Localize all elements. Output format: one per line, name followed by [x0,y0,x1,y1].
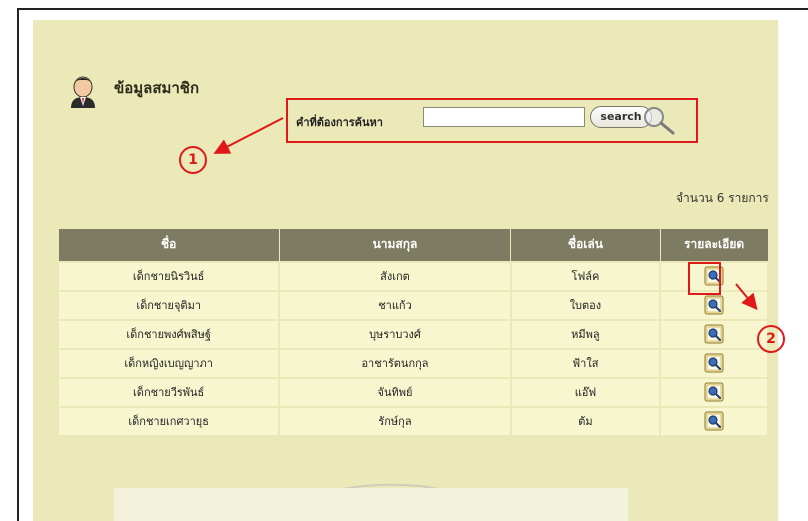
column-header-first-name: ชื่อ [57,228,280,262]
search-input[interactable] [423,107,585,127]
nickname-cell: ต้ม [509,405,662,437]
nickname-cell: ฟ้าใส [509,347,662,379]
user-avatar-icon [71,76,95,108]
detail-view-icon[interactable] [704,295,724,315]
table-row: เด็กชายวีรพันธ์ จันทิพย์ แอ๊ฟ [56,376,769,408]
table-row: เด็กหญิงเบญญาภา อาชารัตนกกุล ฟ้าใส [56,347,769,379]
first-name-cell: เด็กชายนิรวินธ์ [56,260,281,292]
magnifier-icon [644,107,675,135]
detail-view-icon[interactable] [704,324,724,344]
table-row: เด็กชายจุติมา ชาแก้ว ใบตอง [56,289,769,321]
detail-cell [659,376,769,408]
first-name-cell: เด็กชายวีรพันธ์ [56,376,281,408]
first-name-cell: เด็กชายจุติมา [56,289,281,321]
nickname-cell: แอ๊ฟ [509,376,662,408]
last-name-cell: จันทิพย์ [278,376,512,408]
detail-view-icon[interactable] [704,353,724,373]
first-name-cell: เด็กชายเกศวายุธ [56,405,281,437]
record-count: จำนวน 6 รายการ [676,191,769,205]
detail-cell [659,347,769,379]
detail-cell [659,318,769,350]
detail-view-icon[interactable] [704,411,724,431]
step-marker-2: 2 [757,325,785,353]
last-name-cell: รักษ์กุล [278,405,512,437]
last-name-cell: บุษราบวงศ์ [278,318,512,350]
first-name-cell: เด็กชายพงศ์พสิษฐ์ [56,318,281,350]
members-table: ชื่อ นามสกุล ชื่อเล่น รายละเอียด เด็กชาย… [56,228,769,437]
search-label: คำที่ต้องการค้นหา [296,116,383,129]
nickname-cell: โฟล์ค [509,260,662,292]
nickname-cell: ใบตอง [509,289,662,321]
table-row: เด็กชายพงศ์พสิษฐ์ บุษราบวงศ์ หมีพลู [56,318,769,350]
footer-box [114,488,628,521]
detail-cell [659,405,769,437]
detail-highlight-box [688,262,721,295]
nickname-cell: หมีพลู [509,318,662,350]
column-header-last-name: นามสกุล [278,228,512,262]
column-header-detail: รายละเอียด [659,228,769,262]
last-name-cell: อาชารัตนกกุล [278,347,512,379]
table-row: เด็กชายเกศวายุธ รักษ์กุล ต้ม [56,405,769,437]
table-header-row: ชื่อ นามสกุล ชื่อเล่น รายละเอียด [57,228,769,262]
step-marker-1: 1 [179,146,207,174]
last-name-cell: ชาแก้ว [278,289,512,321]
detail-view-icon[interactable] [704,382,724,402]
column-header-nickname: ชื่อเล่น [510,228,661,262]
table-row: เด็กชายนิรวินธ์ สังเกต โฟล์ค [56,260,769,292]
page-title: ข้อมูลสมาชิก [114,79,200,97]
first-name-cell: เด็กหญิงเบญญาภา [56,347,281,379]
last-name-cell: สังเกต [278,260,512,292]
